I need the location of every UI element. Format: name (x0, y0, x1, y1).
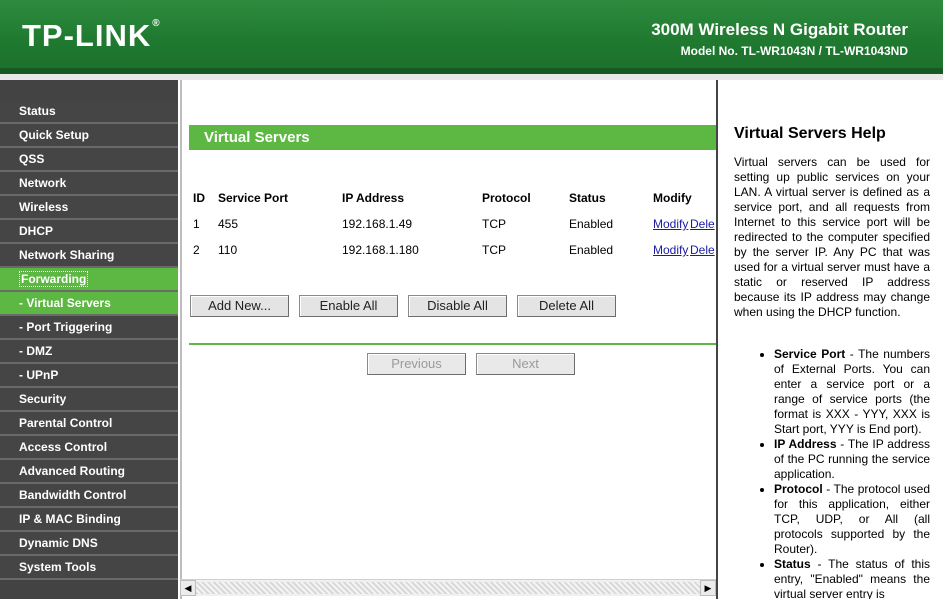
sidebar-item-ip-mac-binding[interactable]: IP & MAC Binding (0, 508, 178, 532)
modify-link[interactable]: Modify (653, 217, 688, 231)
row-ip-address: 192.168.1.180 (342, 243, 419, 257)
sidebar-item-system-tools[interactable]: System Tools (0, 556, 178, 580)
sidebar-item-status[interactable]: Status (0, 100, 178, 124)
horizontal-scrollbar[interactable]: ◀ ▶ (180, 579, 716, 596)
help-title: Virtual Servers Help (734, 125, 886, 142)
column-header-id: ID (193, 191, 205, 205)
add-new-button[interactable]: Add New... (190, 295, 289, 317)
column-header-ip-address: IP Address (342, 191, 405, 205)
scroll-right-arrow-icon[interactable]: ▶ (700, 580, 716, 596)
table-row: 1 455 192.168.1.49 TCP Enabled Modify De… (182, 217, 718, 237)
sidebar-item-virtual-servers[interactable]: - Virtual Servers (0, 292, 178, 316)
sidebar-item-bandwidth-control[interactable]: Bandwidth Control (0, 484, 178, 508)
help-term: Status (774, 557, 811, 571)
help-term: IP Address (774, 437, 837, 451)
row-id: 2 (193, 243, 200, 257)
sidebar-item-label: Forwarding (19, 271, 89, 287)
product-name: 300M Wireless N Gigabit Router (651, 20, 908, 39)
header-banner: TP-LINK® 300M Wireless N Gigabit Router … (0, 0, 943, 74)
sidebar-item-upnp[interactable]: - UPnP (0, 364, 178, 388)
sidebar-item-parental-control[interactable]: Parental Control (0, 412, 178, 436)
table-header: ID Service Port IP Address Protocol Stat… (182, 191, 718, 211)
main-frame: Virtual Servers ID Service Port IP Addre… (180, 80, 716, 599)
previous-button[interactable]: Previous (367, 353, 466, 375)
column-header-modify: Modify (653, 191, 692, 205)
sidebar-top (0, 80, 178, 100)
sidebar-menu: Status Quick Setup QSS Network Wireless … (0, 80, 178, 599)
help-item-ip-address: IP Address - The IP address of the PC ru… (774, 437, 930, 482)
sidebar-item-qss[interactable]: QSS (0, 148, 178, 172)
column-header-protocol: Protocol (482, 191, 531, 205)
row-protocol: TCP (482, 217, 506, 231)
delete-link[interactable]: Dele (690, 217, 715, 231)
sidebar-item-dynamic-dns[interactable]: Dynamic DNS (0, 532, 178, 556)
help-term: Service Port (774, 347, 846, 361)
sidebar-item-quick-setup[interactable]: Quick Setup (0, 124, 178, 148)
enable-all-button[interactable]: Enable All (299, 295, 398, 317)
scroll-left-arrow-icon[interactable]: ◀ (180, 580, 196, 596)
row-status: Enabled (569, 243, 614, 257)
divider-line (189, 343, 716, 345)
row-protocol: TCP (482, 243, 506, 257)
row-ip-address: 192.168.1.49 (342, 217, 413, 231)
table-row: 2 110 192.168.1.180 TCP Enabled Modify D… (182, 243, 718, 263)
sidebar-item-dmz[interactable]: - DMZ (0, 340, 178, 364)
modify-link[interactable]: Modify (653, 243, 688, 257)
sidebar-item-dhcp[interactable]: DHCP (0, 220, 178, 244)
delete-all-button[interactable]: Delete All (517, 295, 616, 317)
help-intro: Virtual servers can be used for setting … (734, 155, 930, 319)
sidebar-item-advanced-routing[interactable]: Advanced Routing (0, 460, 178, 484)
help-item-status: Status - The status of this entry, "Enab… (774, 557, 930, 599)
sidebar-item-network-sharing[interactable]: Network Sharing (0, 244, 178, 268)
page-title: Virtual Servers (189, 125, 716, 150)
column-header-status: Status (569, 191, 606, 205)
row-id: 1 (193, 217, 200, 231)
help-item-protocol: Protocol - The protocol used for this ap… (774, 482, 930, 557)
sidebar-item-port-triggering[interactable]: - Port Triggering (0, 316, 178, 340)
help-item-service-port: Service Port - The numbers of External P… (774, 347, 930, 437)
sidebar-item-security[interactable]: Security (0, 388, 178, 412)
help-panel: Virtual Servers Help Virtual servers can… (716, 80, 943, 599)
sidebar-item-network[interactable]: Network (0, 172, 178, 196)
row-service-port: 455 (218, 217, 239, 231)
row-status: Enabled (569, 217, 614, 231)
help-list: Service Port - The numbers of External P… (774, 347, 930, 599)
sidebar-item-wireless[interactable]: Wireless (0, 196, 178, 220)
help-term: Protocol (774, 482, 823, 496)
sidebar-item-forwarding[interactable]: Forwarding (0, 268, 178, 292)
delete-link[interactable]: Dele (690, 243, 715, 257)
column-header-service-port: Service Port (218, 191, 289, 205)
scroll-track[interactable] (196, 582, 700, 594)
model-number: Model No. TL-WR1043N / TL-WR1043ND (680, 44, 908, 58)
row-service-port: 110 (218, 243, 238, 257)
next-button[interactable]: Next (476, 353, 575, 375)
disable-all-button[interactable]: Disable All (408, 295, 507, 317)
tp-link-logo: TP-LINK® (22, 18, 161, 53)
sidebar-item-access-control[interactable]: Access Control (0, 436, 178, 460)
